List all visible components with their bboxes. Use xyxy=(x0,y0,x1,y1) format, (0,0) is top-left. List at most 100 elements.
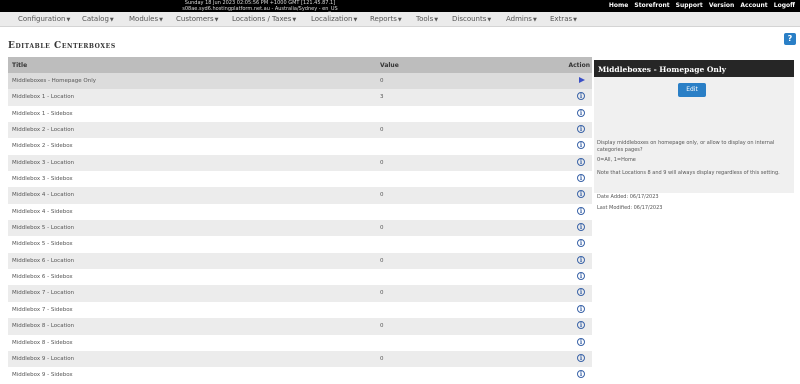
table-body: Middleboxes - Homepage Only 0 Middlebox 1… xyxy=(8,73,592,384)
home-link[interactable]: Home xyxy=(609,2,628,9)
info-icon[interactable]: i xyxy=(577,108,585,117)
action-cell[interactable]: i xyxy=(577,255,586,265)
table-row[interactable]: Middlebox 9 - Sidebox i xyxy=(8,367,592,384)
info-icon[interactable]: i xyxy=(577,125,585,134)
row-title: Middlebox 7 - Location xyxy=(12,290,75,297)
info-icon[interactable]: i xyxy=(577,321,585,330)
action-cell[interactable]: i xyxy=(577,337,586,347)
table-row[interactable]: Middlebox 7 - Location 0 i xyxy=(8,285,592,302)
menu-locations-taxes[interactable]: Locations / Taxes▼ xyxy=(232,15,296,23)
action-cell[interactable]: i xyxy=(577,141,586,150)
info-icon[interactable]: i xyxy=(577,190,585,199)
action-cell[interactable]: i xyxy=(577,353,586,363)
info-icon[interactable]: i xyxy=(577,174,585,183)
menu-configuration[interactable]: Configuration▼ xyxy=(18,15,70,23)
info-icon[interactable]: i xyxy=(577,141,585,150)
action-cell[interactable]: i xyxy=(577,288,586,297)
row-value: 0 xyxy=(380,290,384,297)
action-cell[interactable]: i xyxy=(577,125,586,134)
help-button[interactable]: ? xyxy=(784,33,796,45)
info-icon[interactable]: i xyxy=(577,337,585,346)
table-row[interactable]: Middlebox 2 - Sidebox i xyxy=(8,138,592,155)
table-row[interactable]: Middlebox 4 - Sidebox i xyxy=(8,203,592,221)
info-icon[interactable]: i xyxy=(577,272,585,281)
menu-discounts[interactable]: Discounts▼ xyxy=(452,15,491,23)
edit-button[interactable]: Edit xyxy=(678,83,706,97)
info-icon[interactable]: i xyxy=(577,92,585,101)
menu-label: Locations / Taxes xyxy=(232,15,292,23)
storefront-link[interactable]: Storefront xyxy=(634,2,669,9)
table-row[interactable]: Middlebox 9 - Location 0 i xyxy=(8,350,592,368)
row-title: Middlebox 2 - Location xyxy=(12,127,75,134)
row-title: Middlebox 5 - Location xyxy=(12,225,75,232)
action-cell[interactable]: i xyxy=(577,223,586,232)
table-row[interactable]: Middlebox 8 - Location 0 i xyxy=(8,318,592,335)
action-cell[interactable]: i xyxy=(577,206,586,216)
info-icon[interactable]: i xyxy=(577,304,585,313)
table-row[interactable]: Middlebox 2 - Location 0 i xyxy=(8,122,592,139)
action-cell[interactable]: i xyxy=(577,92,586,101)
menu-localization[interactable]: Localization▼ xyxy=(311,15,357,23)
action-cell[interactable]: i xyxy=(577,239,586,248)
row-value: 3 xyxy=(380,94,384,101)
table-row[interactable]: Middlebox 4 - Location 0 i xyxy=(8,187,592,204)
table-row[interactable]: Middlebox 1 - Sidebox i xyxy=(8,105,592,123)
table-row[interactable]: Middlebox 7 - Sidebox i xyxy=(8,301,592,319)
action-cell[interactable]: i xyxy=(577,321,586,330)
row-value: 0 xyxy=(380,192,384,199)
menu-extras[interactable]: Extras▼ xyxy=(550,15,577,23)
info-icon[interactable]: i xyxy=(577,288,585,297)
action-cell[interactable]: i xyxy=(577,190,586,199)
info-icon[interactable]: i xyxy=(577,370,585,379)
action-cell[interactable]: i xyxy=(577,157,586,167)
menu-modules[interactable]: Modules▼ xyxy=(129,15,163,23)
table-row[interactable]: Middleboxes - Homepage Only 0 xyxy=(8,73,592,90)
row-title: Middlebox 1 - Location xyxy=(12,94,75,101)
table-row[interactable]: Middlebox 5 - Sidebox i xyxy=(8,236,592,253)
logoff-link[interactable]: Logoff xyxy=(774,2,795,9)
info-icon[interactable]: i xyxy=(577,353,585,362)
info-icon[interactable]: i xyxy=(577,157,585,166)
info-icon[interactable]: i xyxy=(577,206,585,215)
menu-reports[interactable]: Reports▼ xyxy=(370,15,402,23)
table-row[interactable]: Middlebox 3 - Sidebox i xyxy=(8,171,592,188)
info-icon[interactable]: i xyxy=(577,255,585,264)
panel-options: 0=All, 1=Home xyxy=(597,157,636,163)
action-cell[interactable]: i xyxy=(577,370,586,379)
account-link[interactable]: Account xyxy=(740,2,767,9)
info-icon[interactable]: i xyxy=(577,239,585,248)
menu-label: Configuration xyxy=(18,15,66,23)
table-row[interactable]: Middlebox 8 - Sidebox i xyxy=(8,334,592,351)
menu-catalog[interactable]: Catalog▼ xyxy=(82,15,114,23)
version-link[interactable]: Version xyxy=(709,2,734,9)
caret-down-icon: ▼ xyxy=(532,17,537,23)
row-value: 0 xyxy=(380,78,384,84)
menu-customers[interactable]: Customers▼ xyxy=(176,15,219,23)
row-title: Middlebox 8 - Location xyxy=(12,323,75,330)
row-title: Middlebox 4 - Location xyxy=(12,192,75,199)
action-cell[interactable]: i xyxy=(577,304,586,314)
menu-admins[interactable]: Admins▼ xyxy=(506,15,537,23)
action-cell[interactable]: i xyxy=(577,174,586,183)
table-row[interactable]: Middlebox 6 - Sidebox i xyxy=(8,269,592,286)
action-cell[interactable]: i xyxy=(577,272,586,281)
table-header: Title Value Action xyxy=(8,57,592,73)
action-cell[interactable]: i xyxy=(577,108,586,118)
action-cell[interactable] xyxy=(577,76,586,85)
table-row[interactable]: Middlebox 1 - Location 3 i xyxy=(8,89,592,106)
table-row[interactable]: Middlebox 5 - Location 0 i xyxy=(8,220,592,237)
menu-tools[interactable]: Tools▼ xyxy=(416,15,438,23)
caret-down-icon: ▼ xyxy=(434,17,439,23)
row-title: Middlebox 3 - Sidebox xyxy=(12,176,73,183)
row-title: Middleboxes - Homepage Only xyxy=(12,78,96,84)
support-link[interactable]: Support xyxy=(676,2,703,9)
menu-label: Reports xyxy=(370,15,397,23)
table-row[interactable]: Middlebox 3 - Location 0 i xyxy=(8,154,592,172)
menu-label: Customers xyxy=(176,15,214,23)
table-row[interactable]: Middlebox 6 - Location 0 i xyxy=(8,252,592,270)
main-menu: Configuration▼ Catalog▼ Modules▼ Custome… xyxy=(0,12,800,27)
panel-last-modified: Last Modified: 06/17/2023 xyxy=(597,205,663,211)
play-icon[interactable] xyxy=(579,77,585,83)
menu-label: Discounts xyxy=(452,15,487,23)
info-icon[interactable]: i xyxy=(577,223,585,232)
